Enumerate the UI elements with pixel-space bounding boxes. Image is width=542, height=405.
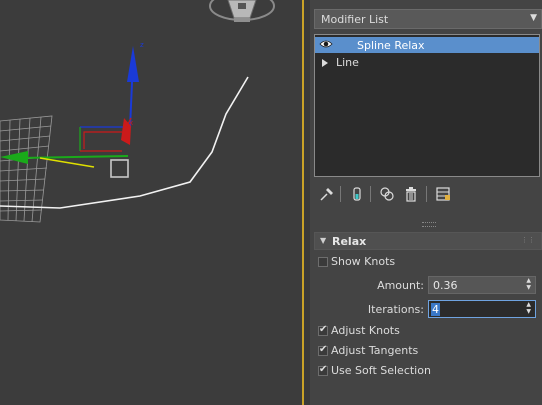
amount-value[interactable]: 0.36 (433, 279, 458, 292)
configure-modifier-sets-icon[interactable] (434, 185, 452, 203)
stack-item-spline-relax[interactable]: Spline Relax (315, 37, 539, 53)
rollout-title: Relax (332, 235, 367, 248)
show-knots-checkbox[interactable] (318, 257, 328, 267)
iterations-value[interactable]: 4 (431, 303, 440, 316)
panel-resize-grip[interactable] (422, 222, 436, 227)
stack-item-line[interactable]: Line (315, 54, 539, 70)
amount-label: Amount: (377, 279, 424, 292)
pin-stack-icon[interactable] (318, 185, 336, 203)
transform-gizmo[interactable]: z x (0, 41, 144, 178)
expand-triangle-icon[interactable] (322, 57, 328, 70)
eye-icon[interactable] (319, 38, 333, 53)
svg-text:x: x (129, 119, 133, 127)
stack-item-label: Line (336, 56, 359, 69)
rollout-drag-handle-icon[interactable]: ⋮⋮ (521, 236, 535, 244)
adjust-tangents-checkbox[interactable] (318, 344, 328, 356)
adjust-tangents-label: Adjust Tangents (331, 344, 419, 357)
toolbar-divider (340, 186, 341, 202)
spinner-arrows-icon[interactable]: ▲ ▼ (526, 301, 531, 315)
use-soft-selection-checkbox[interactable] (318, 364, 328, 376)
amount-spinner[interactable]: 0.36 ▲ ▼ (428, 276, 536, 294)
toolbar-divider (370, 186, 371, 202)
adjust-knots-checkbox[interactable] (318, 324, 328, 336)
make-unique-icon[interactable] (378, 185, 396, 203)
show-knots-label: Show Knots (331, 255, 396, 268)
remove-modifier-icon[interactable] (402, 185, 420, 203)
relax-rollout-header[interactable]: ▼ Relax ⋮⋮ (314, 232, 542, 250)
stack-toolbar (316, 184, 540, 206)
adjust-knots-label: Adjust Knots (331, 324, 400, 337)
svg-text:z: z (140, 41, 144, 49)
modifier-stack[interactable]: Spline Relax Line (314, 34, 540, 177)
collapse-triangle-icon[interactable]: ▼ (320, 236, 326, 245)
show-end-result-icon[interactable] (348, 185, 366, 203)
dropdown-arrow-icon: ▼ (530, 13, 537, 23)
viewport-scene[interactable]: z x (0, 0, 302, 405)
command-panel: Modifier List ▼ Spline Relax Line ▼ Rela… (310, 0, 542, 405)
viewport[interactable]: z x (0, 0, 302, 405)
iterations-label: Iterations: (367, 303, 424, 316)
iterations-spinner[interactable]: 4 ▲ ▼ (428, 300, 536, 318)
use-soft-selection-label: Use Soft Selection (331, 364, 431, 377)
spline-curve[interactable] (0, 76, 249, 209)
modifier-list-dropdown[interactable]: Modifier List ▼ (314, 9, 542, 29)
spinner-arrows-icon[interactable]: ▲ ▼ (526, 277, 531, 291)
modifier-list-label: Modifier List (321, 13, 389, 26)
stack-item-label: Spline Relax (357, 39, 425, 52)
toolbar-divider (426, 186, 427, 202)
view-cube[interactable] (209, 0, 275, 22)
